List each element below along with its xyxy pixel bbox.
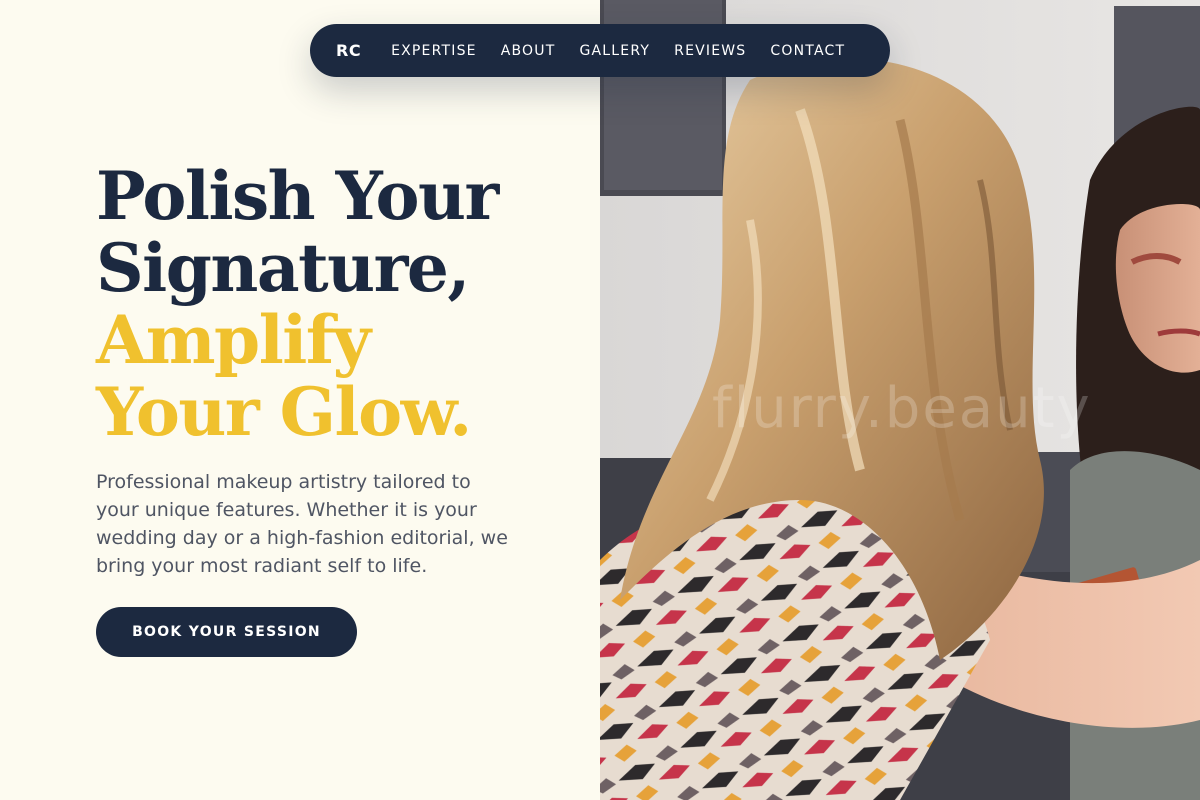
headline-accent-line-2: Your Glow.: [96, 373, 472, 451]
headline-line-2: Signature,: [96, 229, 470, 307]
hero-description: Professional makeup artistry tailored to…: [96, 471, 508, 577]
nav-link-reviews[interactable]: REVIEWS: [674, 43, 746, 59]
hero-section: Polish Your Signature, Amplify Your Glow…: [0, 0, 600, 800]
nav-link-gallery[interactable]: GALLERY: [579, 43, 650, 59]
top-navbar: RC EXPERTISE ABOUT GALLERY REVIEWS CONTA…: [310, 24, 890, 77]
hero-photo: flurry.beauty: [600, 0, 1200, 800]
book-session-button[interactable]: BOOK YOUR SESSION: [96, 607, 357, 657]
headline-line-1: Polish Your: [96, 157, 499, 235]
logo[interactable]: RC: [336, 41, 361, 60]
nav-link-about[interactable]: ABOUT: [501, 43, 556, 59]
headline-accent-line-1: Amplify: [96, 301, 371, 379]
hero-headline: Polish Your Signature, Amplify Your Glow…: [96, 160, 576, 448]
nav-links: EXPERTISE ABOUT GALLERY REVIEWS CONTACT: [391, 43, 845, 59]
nav-link-expertise[interactable]: EXPERTISE: [391, 43, 477, 59]
photo-watermark: flurry.beauty: [712, 376, 1092, 441]
nav-link-contact[interactable]: CONTACT: [770, 43, 845, 59]
